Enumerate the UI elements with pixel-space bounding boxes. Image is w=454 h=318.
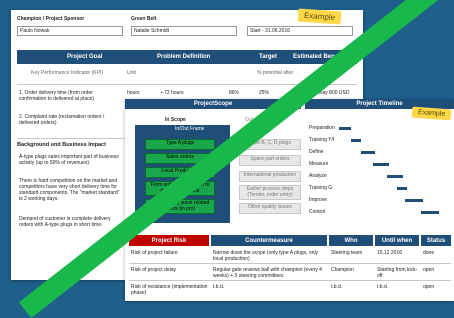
background-item-3: Demand of customer is complete delivery … xyxy=(19,216,111,228)
risk-2-counter: Regular gate reviews ball with champion … xyxy=(213,267,322,279)
risk-2-status: open xyxy=(423,267,435,273)
in-frame-label: In/Out Frame xyxy=(175,126,205,132)
risk-1-status: done xyxy=(423,250,435,256)
risk-1-when: 15.12.2016 xyxy=(377,250,403,256)
phase-3: Define xyxy=(309,149,324,155)
out-item-5: Other quality issues xyxy=(239,203,301,214)
subheader-unit: Unit xyxy=(127,70,136,76)
green-belt-value: Natalie Schmidt xyxy=(131,26,237,36)
risk-3-counter: t.b.d. xyxy=(213,284,225,290)
row1-problem: • 72 hours xyxy=(161,90,184,96)
risk-header-who: Who xyxy=(329,235,373,246)
sponsor-value: Paulo Nowak xyxy=(17,26,123,36)
risk-header-when: Until when xyxy=(375,235,419,246)
row2-kpi: 2. Complaint rate (reclamation orders / … xyxy=(19,114,105,126)
subheader-potential: % potential after xyxy=(257,70,294,76)
gantt-bar-3 xyxy=(361,151,375,154)
background-item-2: There is hard competition on the market … xyxy=(19,178,120,202)
out-item-2: Spare part orders xyxy=(239,155,301,166)
risk-1-counter: Narrow down the scope (only type A plugs… xyxy=(213,250,319,262)
phase-7: Improve xyxy=(309,197,328,203)
phase-2: Training Y/I xyxy=(309,137,335,143)
risk-header-status: Status xyxy=(421,235,451,246)
in-item-1: Type A plugs xyxy=(145,139,215,150)
gantt-bar-1 xyxy=(339,127,351,130)
risk-2-name: Risk of project delay xyxy=(131,267,177,273)
in-scope-label: In Scope xyxy=(165,117,186,123)
risk-3-when: t.b.d. xyxy=(377,284,389,290)
out-item-4: Earlier process steps (Tender, order ent… xyxy=(239,185,301,200)
row1-pct2: 25% xyxy=(259,90,270,96)
phase-6: Training G xyxy=(309,185,333,191)
risk-2-when: Starting from kick-off xyxy=(377,267,418,279)
green-belt-label: Green Belt xyxy=(131,16,157,22)
background-title: Background und Business Impact xyxy=(17,142,106,148)
risk-header-risk: Project Risk xyxy=(129,235,209,246)
risk-1-name: Risk of project failure xyxy=(131,250,178,256)
phase-4: Measure xyxy=(309,161,329,167)
row1-pct1: 86% xyxy=(229,90,240,96)
header-problem: Problem Definition xyxy=(157,54,211,60)
header-target: Target xyxy=(259,54,277,60)
row1-kpi: 1. Order delivery time (from order confi… xyxy=(19,90,95,102)
risk-3-status: open xyxy=(423,284,435,290)
gantt-bar-4 xyxy=(373,163,389,166)
background-item-1: A-type plugs sales important part of bus… xyxy=(19,154,119,166)
gantt-bar-7 xyxy=(405,199,423,202)
subheader-kpi: Key Performance Indicator (KPI) xyxy=(31,70,103,76)
sponsor-label: Champion / Project Sponsor xyxy=(17,16,85,22)
gantt-bar-6 xyxy=(397,187,407,190)
risk-1-who: Steering team xyxy=(331,250,363,256)
out-item-3: International production xyxy=(239,171,301,182)
risk-2-who: Champion xyxy=(331,267,354,273)
gantt-bar-8 xyxy=(421,211,439,214)
phase-1: Preparation xyxy=(309,125,335,131)
phase-8: Control xyxy=(309,209,326,215)
gantt-bar-5 xyxy=(387,175,403,178)
risk-3-who: t.b.d. xyxy=(331,284,343,290)
gantt-bar-2 xyxy=(351,139,361,142)
risk-header-counter: Countermeasure xyxy=(211,235,327,246)
timeline-value: Start - 31.06.2016 xyxy=(247,26,353,36)
risk-3-name: Risk of resistance (implementation phase… xyxy=(131,284,208,296)
row1-unit: hours xyxy=(127,90,140,96)
phase-5: Analyze xyxy=(309,173,327,179)
header-goal: Project Goal xyxy=(67,54,103,60)
